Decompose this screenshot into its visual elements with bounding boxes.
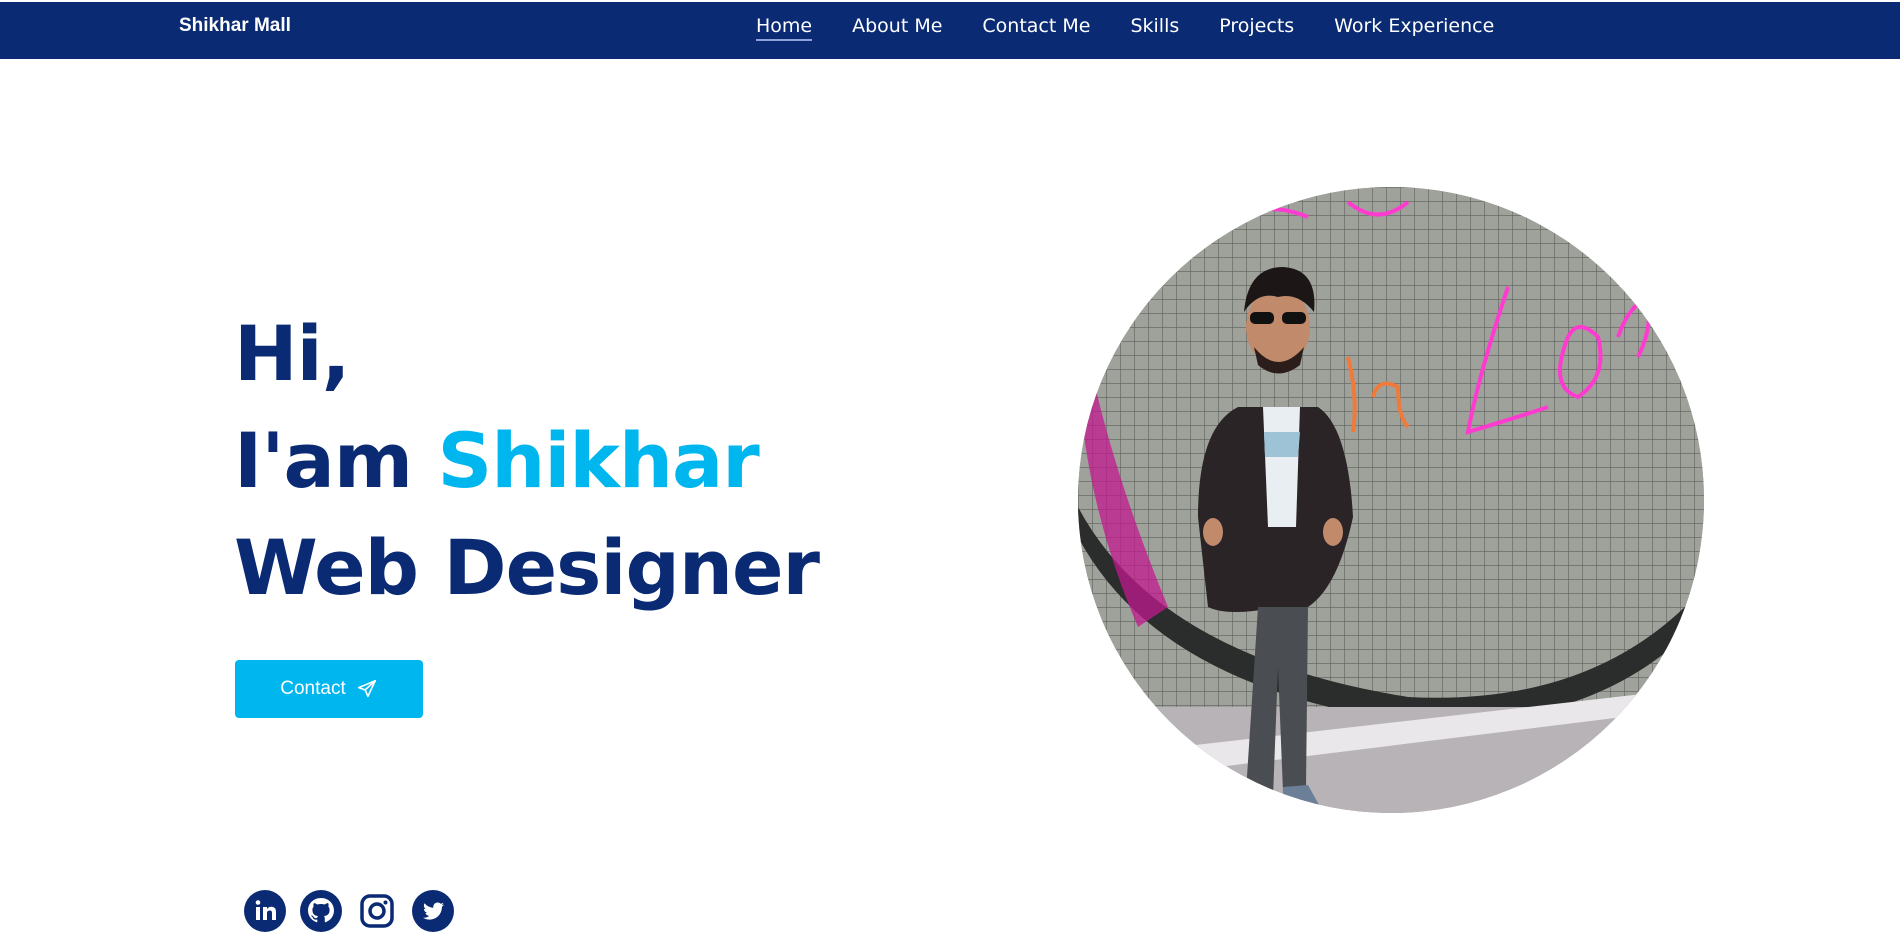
nav-projects[interactable]: Projects xyxy=(1219,15,1294,41)
hero-heading: Hi, I'am Shikhar Web Designer xyxy=(234,300,820,621)
top-navbar: Shikhar Mall Home About Me Contact Me Sk… xyxy=(0,0,1900,59)
twitter-icon[interactable] xyxy=(412,890,454,932)
send-icon xyxy=(357,679,376,698)
hero-intro: I'am Shikhar xyxy=(234,407,819,514)
instagram-icon[interactable] xyxy=(356,890,398,932)
profile-photo-illustration xyxy=(1078,187,1704,813)
nav-home[interactable]: Home xyxy=(756,15,813,41)
github-icon[interactable] xyxy=(300,890,342,932)
brand-logo-text[interactable]: Shikhar Mall xyxy=(179,15,291,37)
nav-about-me[interactable]: About Me xyxy=(852,15,942,41)
profile-photo xyxy=(1078,187,1704,813)
hero-name: Shikhar xyxy=(437,416,759,505)
social-links xyxy=(244,890,454,932)
main-nav: Home About Me Contact Me Skills Projects… xyxy=(756,15,1494,41)
hero-greeting: Hi, xyxy=(234,309,351,398)
contact-button-label: Contact xyxy=(280,678,346,699)
nav-work-experience[interactable]: Work Experience xyxy=(1334,15,1494,41)
contact-button[interactable]: Contact xyxy=(235,660,423,718)
nav-skills[interactable]: Skills xyxy=(1130,15,1179,41)
linkedin-icon[interactable] xyxy=(244,890,286,932)
hero-role: Web Designer xyxy=(234,523,820,612)
hero-intro-prefix: I'am xyxy=(234,416,438,505)
nav-contact-me[interactable]: Contact Me xyxy=(982,15,1090,41)
